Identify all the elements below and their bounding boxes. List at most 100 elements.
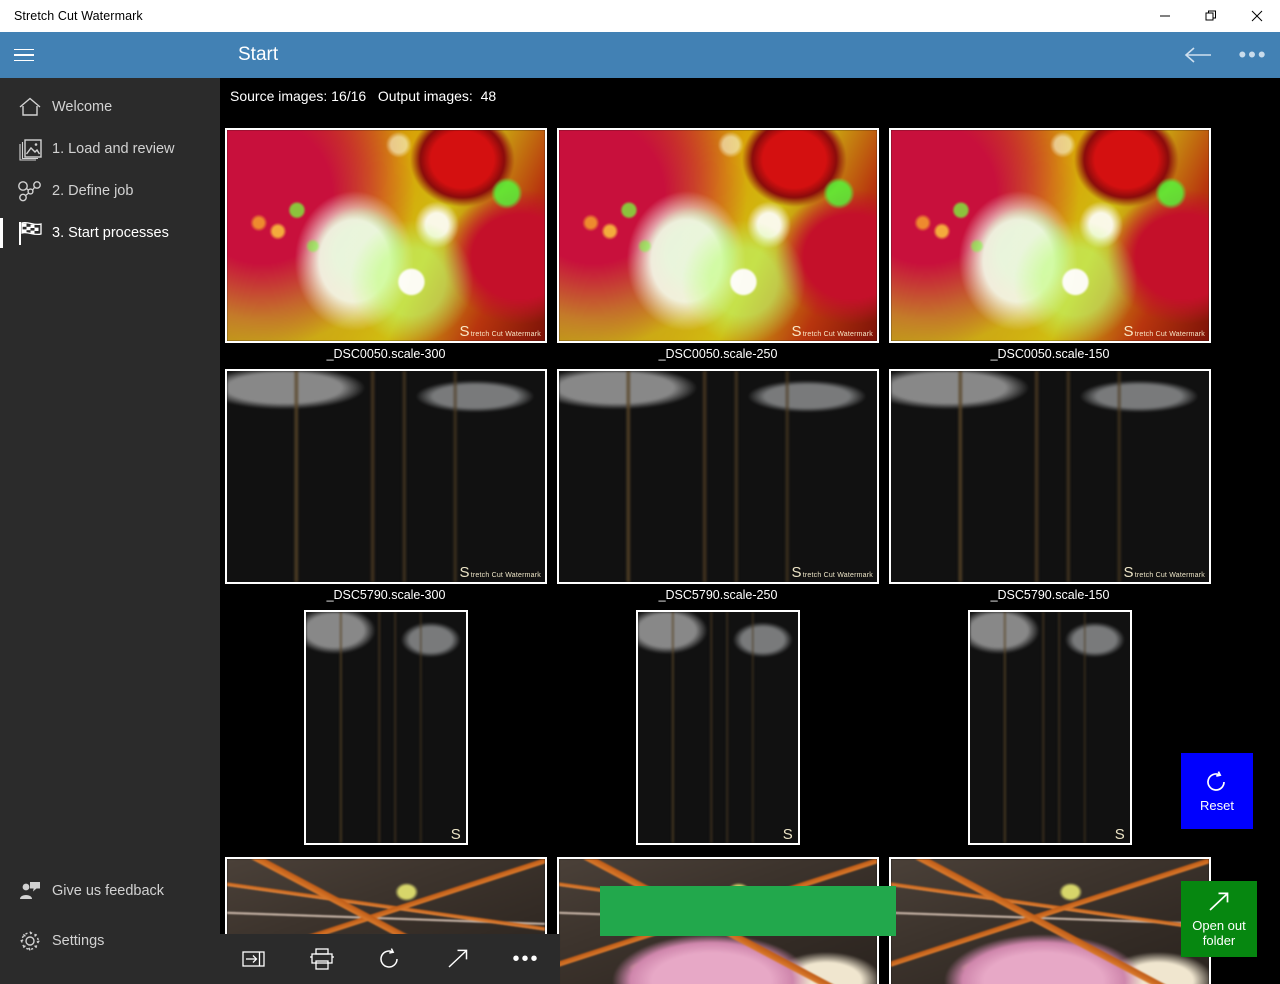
more-icon: ••• xyxy=(1238,42,1268,67)
minimize-icon xyxy=(1160,15,1170,17)
main-content: Source images: 16/16 Output images: 48 S… xyxy=(220,78,1280,984)
watermark-text: tretch Cut Watermark xyxy=(1134,331,1205,338)
grid-row: S tretch Cut Watermark _DSC5790.scale-30… xyxy=(220,369,1280,610)
header-more-button[interactable]: ••• xyxy=(1226,32,1280,78)
reset-button[interactable]: Reset xyxy=(1181,753,1253,829)
minimize-button[interactable] xyxy=(1142,0,1188,32)
status-summary: Source images: 16/16 Output images: 48 xyxy=(230,88,497,104)
grid-cell[interactable]: S tretch Cut Watermark _DSC0050.scale-15… xyxy=(884,128,1216,369)
print-button[interactable] xyxy=(288,934,356,984)
photo-christmas-ornament xyxy=(891,130,1209,341)
thumbnail[interactable]: S xyxy=(636,610,800,845)
watermark-text: tretch Cut Watermark xyxy=(802,331,873,338)
photo-tulips xyxy=(891,371,1209,582)
import-icon xyxy=(242,951,265,967)
sidebar-primary-items: Welcome 1. Load and review 2. Define job… xyxy=(0,78,220,254)
window-controls xyxy=(1142,0,1280,32)
watermark: S tretch Cut Watermark xyxy=(459,564,541,581)
sidebar-item-load-and-review[interactable]: 1. Load and review xyxy=(0,128,220,170)
watermark: S tretch Cut Watermark xyxy=(1123,564,1205,581)
close-icon xyxy=(1251,10,1263,22)
photo-christmas-ornament xyxy=(559,130,877,341)
watermark-initial: S xyxy=(1123,323,1134,340)
window-title-bar: Stretch Cut Watermark xyxy=(0,0,1280,32)
grid-row: S S S xyxy=(220,610,1280,857)
grid-cell[interactable]: S tretch Cut Watermark _DSC0050.scale-25… xyxy=(552,128,884,369)
thumbnail[interactable]: S tretch Cut Watermark xyxy=(557,128,879,343)
thumbnail[interactable]: S tretch Cut Watermark xyxy=(889,128,1211,343)
open-out-folder-label-line2: folder xyxy=(1202,933,1236,948)
watermark-initial: S xyxy=(459,323,470,340)
restore-button[interactable] xyxy=(1188,0,1234,32)
page-title: Start xyxy=(238,44,279,65)
watermark-initial: S xyxy=(459,564,470,581)
open-external-button[interactable] xyxy=(424,934,492,984)
checkered-flag-icon xyxy=(8,212,52,254)
thumbnail-caption: _DSC5790.scale-250 xyxy=(658,588,778,602)
sidebar-item-define-job[interactable]: 2. Define job xyxy=(0,170,220,212)
watermark: S tretch Cut Watermark xyxy=(792,565,873,580)
images-icon xyxy=(8,128,52,170)
back-button[interactable] xyxy=(1172,32,1226,78)
hamburger-menu-button[interactable] xyxy=(0,32,48,78)
open-external-icon xyxy=(448,949,468,968)
watermark-initial: S xyxy=(450,826,461,843)
thumbnail[interactable] xyxy=(889,857,1211,984)
more-button[interactable]: ••• xyxy=(492,934,560,984)
sidebar-item-welcome[interactable]: Welcome xyxy=(0,86,220,128)
photo-tulips xyxy=(638,612,798,843)
hamburger-icon-line xyxy=(14,48,34,51)
watermark-initial: S xyxy=(1114,826,1125,843)
grid-cell[interactable]: S tretch Cut Watermark _DSC5790.scale-25… xyxy=(552,369,884,610)
sidebar-item-label: 3. Start processes xyxy=(52,225,169,241)
photo-tulips xyxy=(227,371,545,582)
thumbnail[interactable]: S tretch Cut Watermark xyxy=(225,369,547,584)
sidebar-item-settings[interactable]: Settings xyxy=(0,916,220,966)
thumbnail-caption: _DSC0050.scale-150 xyxy=(990,347,1110,361)
sidebar-secondary-items: Give us feedback Settings xyxy=(0,866,220,984)
thumbnail[interactable]: S xyxy=(304,610,468,845)
thumbnail-caption: _DSC0050.scale-250 xyxy=(658,347,778,361)
watermark-initial: S xyxy=(791,323,802,340)
thumbnail[interactable]: S tretch Cut Watermark xyxy=(557,369,879,584)
job-nodes-icon xyxy=(8,170,52,212)
grid-cell[interactable]: S xyxy=(884,610,1216,857)
watermark: S xyxy=(450,826,462,843)
hamburger-icon-line xyxy=(14,54,34,56)
thumbnail[interactable]: S tretch Cut Watermark xyxy=(225,128,547,343)
watermark-text: tretch Cut Watermark xyxy=(470,331,541,338)
sidebar-item-start-processes[interactable]: 3. Start processes xyxy=(0,212,220,254)
watermark: S xyxy=(1114,826,1126,843)
thumbnail[interactable]: S xyxy=(968,610,1132,845)
open-out-folder-button[interactable]: Open out folder xyxy=(1181,881,1257,957)
watermark-initial: S xyxy=(1123,564,1134,581)
restore-icon xyxy=(1205,10,1216,21)
grid-cell[interactable]: S tretch Cut Watermark _DSC5790.scale-15… xyxy=(884,369,1216,610)
sidebar-item-feedback[interactable]: Give us feedback xyxy=(0,866,220,916)
feedback-person-icon xyxy=(8,870,52,912)
grid-cell[interactable]: S xyxy=(220,610,552,857)
open-external-icon xyxy=(1209,892,1229,911)
grid-cell[interactable]: S tretch Cut Watermark _DSC0050.scale-30… xyxy=(220,128,552,369)
refresh-button[interactable] xyxy=(356,934,424,984)
sidebar-item-label: 2. Define job xyxy=(52,183,134,199)
grid-row: S tretch Cut Watermark _DSC0050.scale-30… xyxy=(220,128,1280,369)
import-button[interactable] xyxy=(220,934,288,984)
grid-cell[interactable]: S tretch Cut Watermark _DSC5790.scale-30… xyxy=(220,369,552,610)
sidebar-item-label: Welcome xyxy=(52,99,113,115)
watermark: S tretch Cut Watermark xyxy=(791,323,873,340)
photo-tulips xyxy=(306,612,466,843)
thumbnail[interactable]: S tretch Cut Watermark xyxy=(889,369,1211,584)
hamburger-icon-line xyxy=(14,59,34,62)
sidebar-item-label: Settings xyxy=(52,933,105,949)
refresh-icon xyxy=(1207,770,1225,791)
sidebar-item-label: 1. Load and review xyxy=(52,141,175,157)
window-title: Stretch Cut Watermark xyxy=(14,9,143,23)
close-button[interactable] xyxy=(1234,0,1280,32)
grid-cell[interactable]: S xyxy=(552,610,884,857)
watermark: S tretch Cut Watermark xyxy=(459,323,541,340)
reset-label: Reset xyxy=(1200,797,1234,813)
grid-cell[interactable] xyxy=(884,857,1216,984)
navigation-sidebar: Welcome 1. Load and review 2. Define job… xyxy=(0,78,220,984)
watermark: S xyxy=(783,827,794,842)
